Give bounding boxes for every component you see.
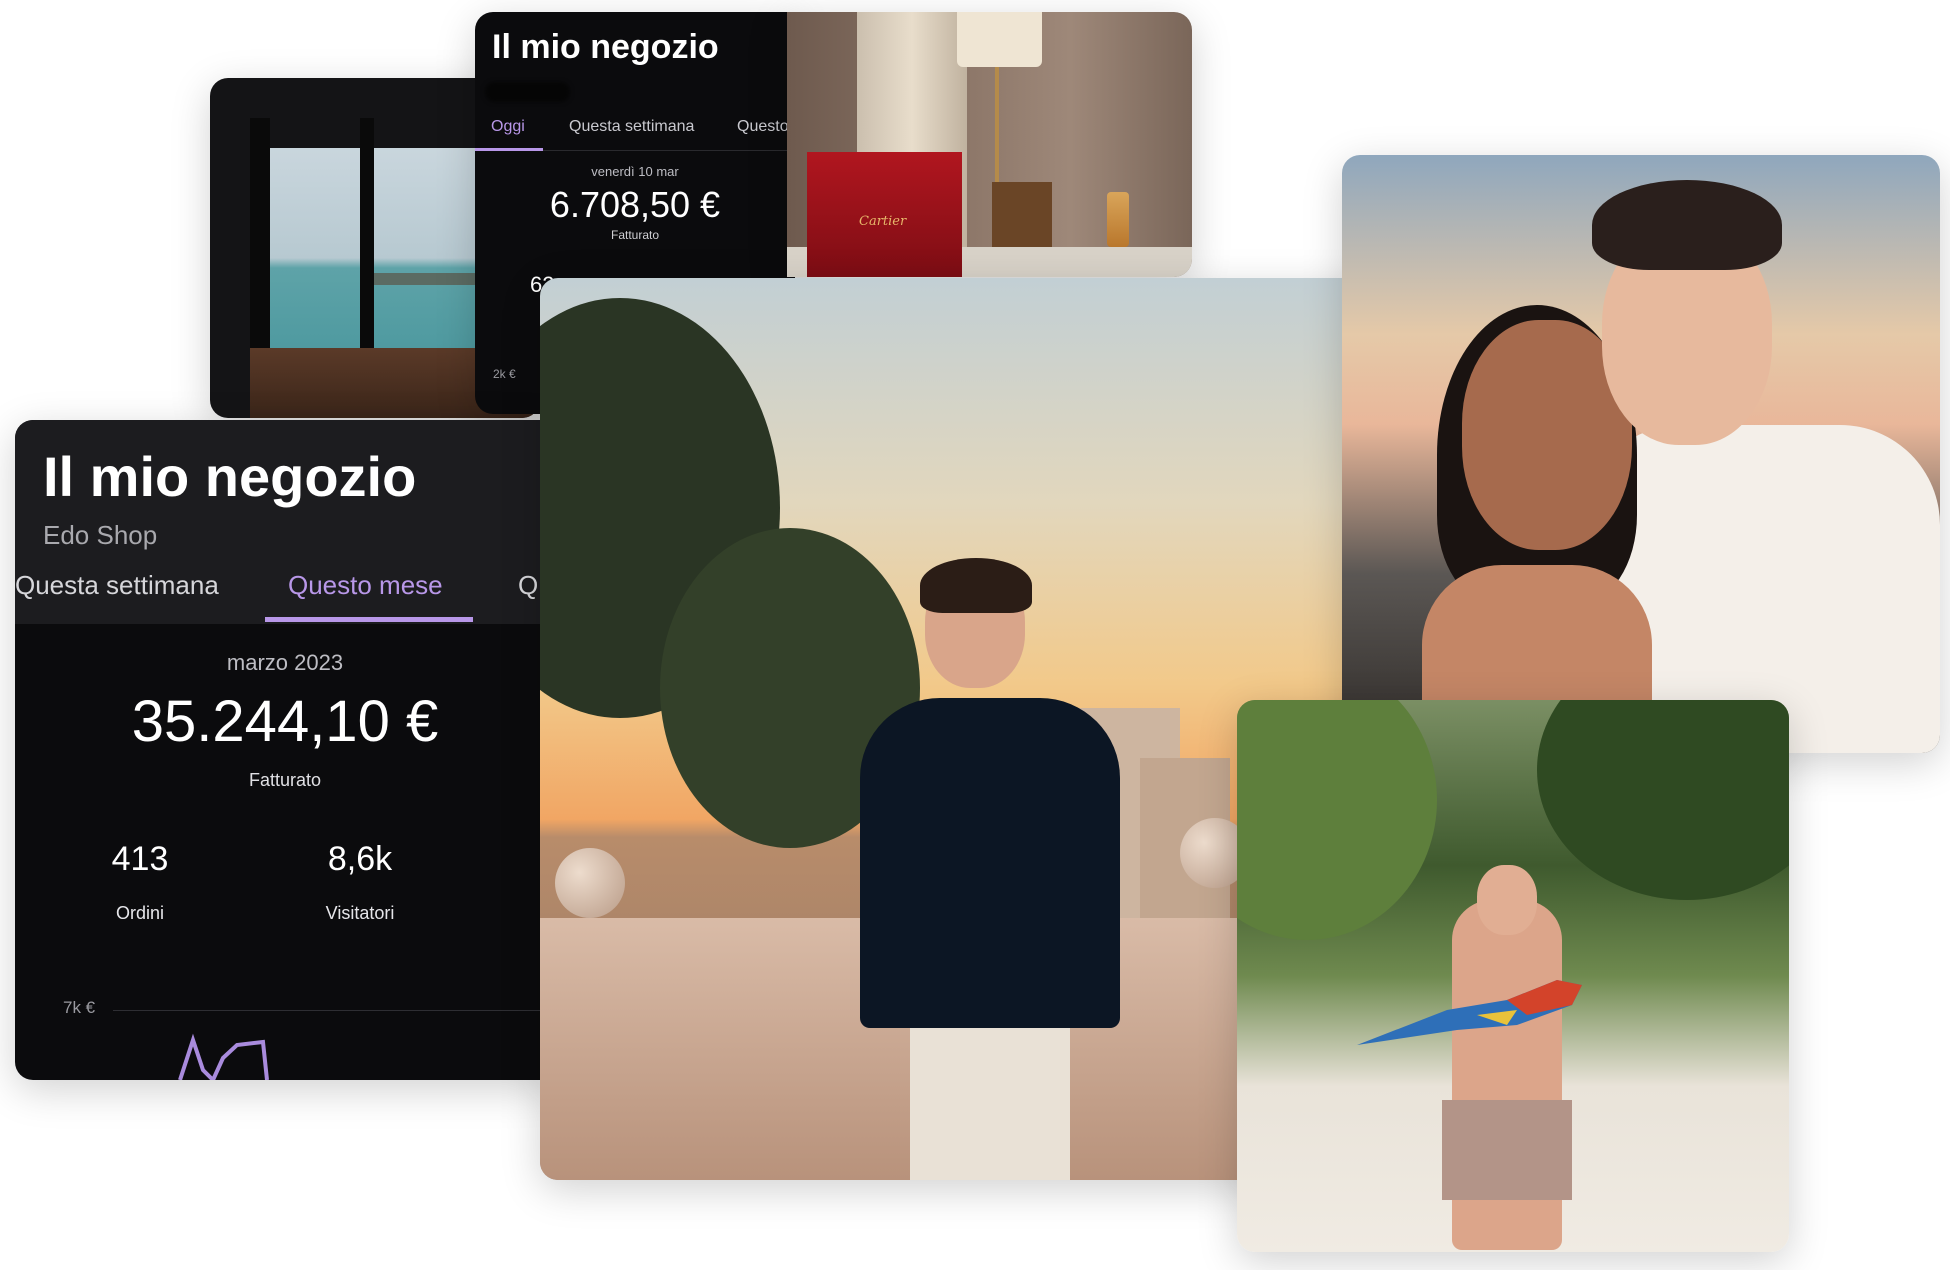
beach-parrot-photo <box>1237 700 1789 1252</box>
revenue-label: Fatturato <box>610 228 660 242</box>
stat-value: 413 <box>111 840 169 878</box>
shorts <box>1442 1100 1572 1200</box>
chart-axis-label: 2k € <box>493 367 516 381</box>
active-tab-indicator <box>475 148 543 151</box>
hotel-room-photo: Cartier <box>787 12 1192 277</box>
revenue-amount: 35.244,10 € <box>131 689 439 754</box>
shop-screen-main: Il mio negozio Edo Shop Questa settimana… <box>15 420 555 1080</box>
hair <box>1592 180 1782 270</box>
tab-questo[interactable]: Questo <box>737 118 789 136</box>
tab-questa-settimana[interactable]: Questa settimana <box>15 570 219 601</box>
trousers <box>910 1028 1070 1180</box>
date-label: venerdì 10 mar <box>591 164 679 179</box>
macaw-bird <box>1357 980 1582 1045</box>
tab-questo-mese[interactable]: Questo mese <box>288 570 443 601</box>
railing-post-ball <box>555 848 625 918</box>
stat-visitors: 8,6k Visitatori <box>260 840 460 924</box>
lamp-stand <box>995 67 999 187</box>
polo-shirt <box>860 698 1120 1028</box>
store-name: Edo Shop <box>43 520 158 550</box>
tree-canopy <box>1537 700 1789 900</box>
perfume-bottle <box>1107 192 1129 247</box>
red-shopping-bag: Cartier <box>807 152 962 277</box>
tab-oggi[interactable]: Oggi <box>491 118 525 136</box>
tissue-box <box>992 182 1052 247</box>
palm-leaves <box>1237 700 1437 940</box>
stat-label: Ordini <box>115 903 164 923</box>
stat-label: Visitatori <box>325 903 395 923</box>
page-title: Il mio negozio <box>43 445 417 508</box>
sparkline-series <box>178 1033 269 1080</box>
redacted-mark <box>485 82 570 102</box>
month-label: marzo 2023 <box>226 650 344 675</box>
revenue-label: Fatturato <box>248 770 322 790</box>
lamp-shade <box>957 12 1042 67</box>
page-title: Il mio negozio <box>492 28 719 66</box>
tab-questa-settimana[interactable]: Questa settimana <box>569 118 694 136</box>
active-tab-indicator <box>265 617 473 622</box>
couple-selfie-photo <box>1342 155 1940 753</box>
tab-partial[interactable]: Q <box>518 570 538 601</box>
stat-orders: 413 Ordini <box>40 840 240 924</box>
island-shape <box>360 273 480 285</box>
hair <box>920 558 1032 613</box>
face <box>1477 865 1537 935</box>
person <box>820 558 1150 1180</box>
tab-bar: Oggi Questa settimana Questo <box>475 108 795 151</box>
revenue-sparkline <box>178 1033 269 1080</box>
revenue-amount: 6.708,50 € <box>549 184 721 225</box>
stat-value: 8,6k <box>327 840 393 878</box>
bag-brand: Cartier <box>859 214 907 229</box>
